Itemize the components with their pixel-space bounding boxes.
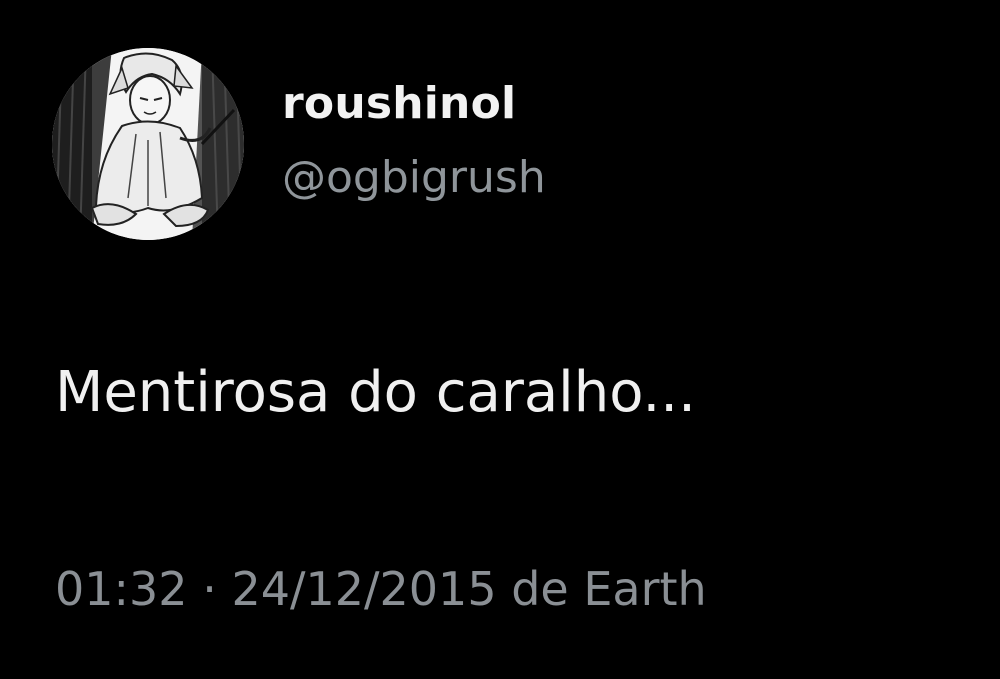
display-name[interactable]: roushinol: [282, 78, 516, 129]
tweet-source: de Earth: [496, 562, 707, 616]
manga-character-avatar-icon: [52, 48, 244, 240]
meta-separator: ·: [187, 562, 232, 616]
avatar[interactable]: [52, 48, 244, 240]
tweet-date[interactable]: 24/12/2015: [231, 562, 496, 616]
tweet-card: roushinol @ogbigrush Mentirosa do caralh…: [0, 0, 1000, 679]
tweet-time[interactable]: 01:32: [55, 562, 188, 616]
tweet-metadata: 01:32 · 24/12/2015 de Earth: [55, 562, 707, 616]
user-handle[interactable]: @ogbigrush: [282, 152, 546, 203]
tweet-text: Mentirosa do caralho...: [55, 360, 696, 425]
